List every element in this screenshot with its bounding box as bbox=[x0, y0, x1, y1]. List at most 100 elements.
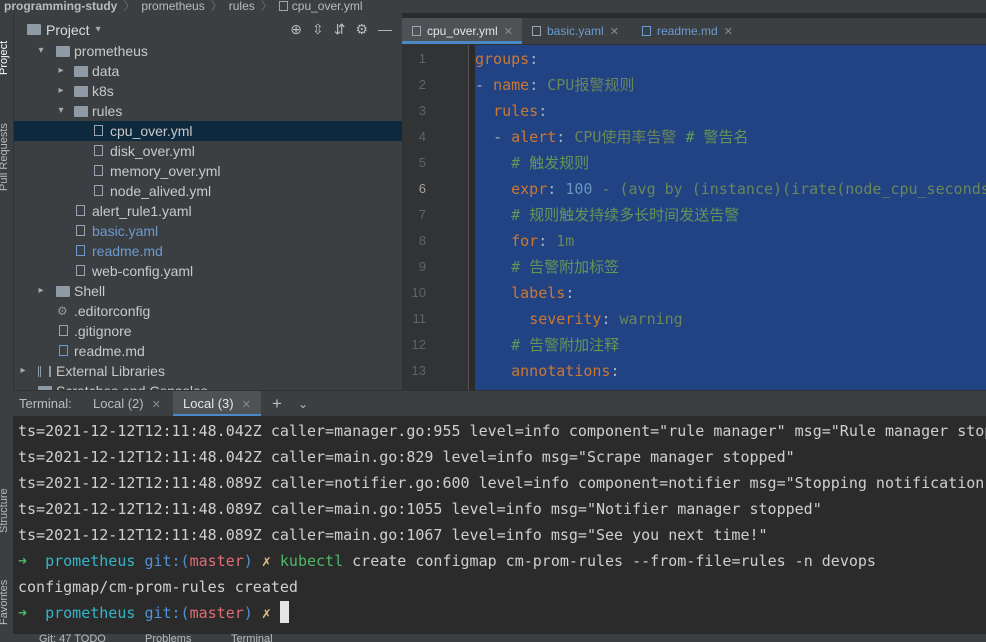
line-number: 4 bbox=[418, 129, 426, 144]
chevron-down-icon[interactable]: ▾ bbox=[56, 101, 66, 121]
terminal-output[interactable]: ts=2021-12-12T12:11:48.042Z caller=manag… bbox=[13, 416, 986, 634]
tab-label: Local (2) bbox=[93, 396, 144, 411]
yaml-key: rules bbox=[493, 102, 539, 120]
tree-item-label: node_alived.yml bbox=[110, 183, 212, 199]
terminal-label: Terminal: bbox=[19, 396, 72, 411]
tree-item-web-config[interactable]: web-config.yaml bbox=[14, 261, 402, 281]
tree-item-rules[interactable]: ▾ rules bbox=[14, 101, 402, 121]
editor-gutter: 1 2 3 4 5 6 7 8 9 10 11 12 13 bbox=[402, 45, 469, 390]
breadcrumb-item-root[interactable]: programming-study bbox=[0, 0, 123, 12]
chevron-right-icon[interactable]: ▸ bbox=[36, 281, 46, 301]
yaml-key: labels bbox=[511, 284, 566, 302]
chevron-right-icon[interactable]: ▸ bbox=[18, 361, 28, 381]
tree-item-editorconfig[interactable]: ⚙ .editorconfig bbox=[14, 301, 402, 321]
line-number: 3 bbox=[418, 103, 426, 118]
close-icon[interactable]: ✕ bbox=[242, 399, 251, 411]
tree-item-readme-root[interactable]: readme.md bbox=[14, 341, 402, 361]
tree-item-label: basic.yaml bbox=[92, 223, 159, 239]
yaml-key: groups bbox=[475, 50, 530, 68]
tool-tab-structure[interactable]: Structure bbox=[0, 488, 10, 533]
chevron-down-icon[interactable]: ⌄ bbox=[298, 391, 308, 417]
markdown-file-icon bbox=[642, 26, 651, 36]
line-number: 7 bbox=[418, 207, 426, 222]
code-line-5: # 触发规则 bbox=[475, 150, 589, 176]
tree-item-memory-over[interactable]: memory_over.yml bbox=[14, 161, 402, 181]
add-icon[interactable]: + bbox=[272, 391, 282, 417]
yaml-comment: # 规则触发持续多长时间发送告警 bbox=[511, 206, 740, 224]
hide-icon[interactable]: — bbox=[378, 21, 392, 38]
chevron-right-icon[interactable]: ▸ bbox=[56, 61, 66, 81]
yaml-file-icon bbox=[94, 145, 103, 156]
status-bar: Git: 47 TODO Problems Terminal bbox=[13, 634, 986, 642]
project-panel: Project ▾ ⊕ ⇳ ⇵ ⚙ — ▾ prometheus ▸ data … bbox=[14, 13, 402, 390]
close-icon[interactable]: ✕ bbox=[152, 399, 161, 411]
tab-readme[interactable]: readme.md ✕ bbox=[632, 18, 742, 44]
status-git[interactable]: Git: 47 TODO bbox=[39, 634, 106, 642]
expand-all-icon[interactable]: ⇳ bbox=[312, 21, 324, 38]
tab-cpu-over[interactable]: cpu_over.yml ✕ bbox=[402, 18, 522, 44]
status-problems[interactable]: Problems bbox=[145, 634, 191, 642]
tree-item-readme-prometheus[interactable]: readme.md bbox=[14, 241, 402, 261]
status-terminal[interactable]: Terminal bbox=[231, 634, 273, 642]
chevron-right-icon[interactable]: ▸ bbox=[56, 81, 66, 101]
tree-item-prometheus[interactable]: ▾ prometheus bbox=[14, 41, 402, 61]
code-line-10: labels: bbox=[511, 284, 575, 302]
yaml-file-icon bbox=[412, 26, 421, 36]
tree-item-label: cpu_over.yml bbox=[110, 123, 193, 139]
code-line-2: - name: CPU报警规则 bbox=[475, 76, 635, 94]
tree-item-label: web-config.yaml bbox=[92, 263, 194, 279]
tree-item-external-libraries[interactable]: ▸ External Libraries bbox=[14, 361, 402, 381]
locate-icon[interactable]: ⊕ bbox=[290, 21, 302, 38]
tree-item-shell[interactable]: ▸ Shell bbox=[14, 281, 402, 301]
yaml-key: for bbox=[511, 232, 539, 250]
close-icon[interactable]: ✕ bbox=[724, 26, 733, 38]
chevron-down-icon: ▾ bbox=[95, 24, 101, 35]
yaml-comment: # 警告名 bbox=[685, 128, 749, 146]
code-line-9: # 告警附加标签 bbox=[475, 254, 619, 280]
close-icon[interactable]: ✕ bbox=[504, 26, 513, 38]
tree-item-basic[interactable]: basic.yaml bbox=[14, 221, 402, 241]
yaml-file-icon bbox=[76, 205, 85, 216]
tree-item-gitignore[interactable]: .gitignore bbox=[14, 321, 402, 341]
tab-local-2[interactable]: Local (2) ✕ bbox=[85, 391, 169, 417]
chevron-down-icon[interactable]: ▾ bbox=[36, 41, 46, 61]
gear-icon: ⚙ bbox=[57, 304, 68, 318]
terminal-command-line: ➜ prometheus git:(master) ✗ kubectl crea… bbox=[18, 548, 876, 574]
tree-item-data[interactable]: ▸ data bbox=[14, 61, 402, 81]
prompt-arrow-icon: ➜ bbox=[18, 552, 28, 570]
breadcrumb-item-rules[interactable]: rules bbox=[223, 0, 261, 12]
tree-item-alert-rule1[interactable]: alert_rule1.yaml bbox=[14, 201, 402, 221]
tree-item-label: readme.md bbox=[74, 343, 145, 359]
breadcrumb-item-file[interactable]: cpu_over.yml bbox=[273, 0, 369, 12]
tree-item-scratches[interactable]: Scratches and Consoles bbox=[14, 381, 402, 390]
code-line-4: - alert: CPU使用率告警 # 警告名 bbox=[493, 128, 749, 146]
dirty-icon: ✗ bbox=[261, 604, 271, 622]
tool-tab-favorites[interactable]: Favorites bbox=[0, 580, 10, 625]
tree-item-label: Shell bbox=[74, 283, 106, 299]
tree-item-disk-over[interactable]: disk_over.yml bbox=[14, 141, 402, 161]
tool-tab-pull-requests[interactable]: Pull Requests bbox=[0, 123, 10, 191]
collapse-all-icon[interactable]: ⇵ bbox=[334, 21, 346, 38]
tab-label: cpu_over.yml bbox=[427, 24, 498, 38]
gear-icon[interactable]: ⚙ bbox=[355, 21, 368, 38]
tree-item-k8s[interactable]: ▸ k8s bbox=[14, 81, 402, 101]
tree-item-label: prometheus bbox=[74, 43, 148, 59]
line-number: 1 bbox=[418, 51, 426, 66]
tree-item-node-alived[interactable]: node_alived.yml bbox=[14, 181, 402, 201]
code-editor[interactable]: groups: - name: CPU报警规则 rules: - alert: … bbox=[475, 45, 986, 390]
tab-local-3[interactable]: Local (3) ✕ bbox=[173, 391, 261, 417]
project-view-selector[interactable]: Project ▾ bbox=[27, 22, 101, 38]
folder-icon bbox=[74, 66, 88, 77]
close-icon[interactable]: ✕ bbox=[610, 26, 619, 38]
project-folder-icon bbox=[27, 24, 41, 35]
line-number: 5 bbox=[418, 155, 426, 170]
tool-tab-project[interactable]: Project bbox=[0, 41, 10, 75]
breadcrumb-item-prometheus[interactable]: prometheus bbox=[135, 0, 210, 12]
tab-basic[interactable]: basic.yaml ✕ bbox=[522, 18, 632, 44]
text-file-icon bbox=[59, 325, 68, 336]
terminal-log-line: ts=2021-12-12T12:11:48.089Z caller=main.… bbox=[18, 500, 822, 518]
prompt-directory: prometheus bbox=[45, 552, 136, 570]
tree-item-cpu-over[interactable]: cpu_over.yml bbox=[14, 121, 402, 141]
tree-item-label: .gitignore bbox=[74, 323, 132, 339]
project-panel-title: Project bbox=[46, 21, 90, 38]
